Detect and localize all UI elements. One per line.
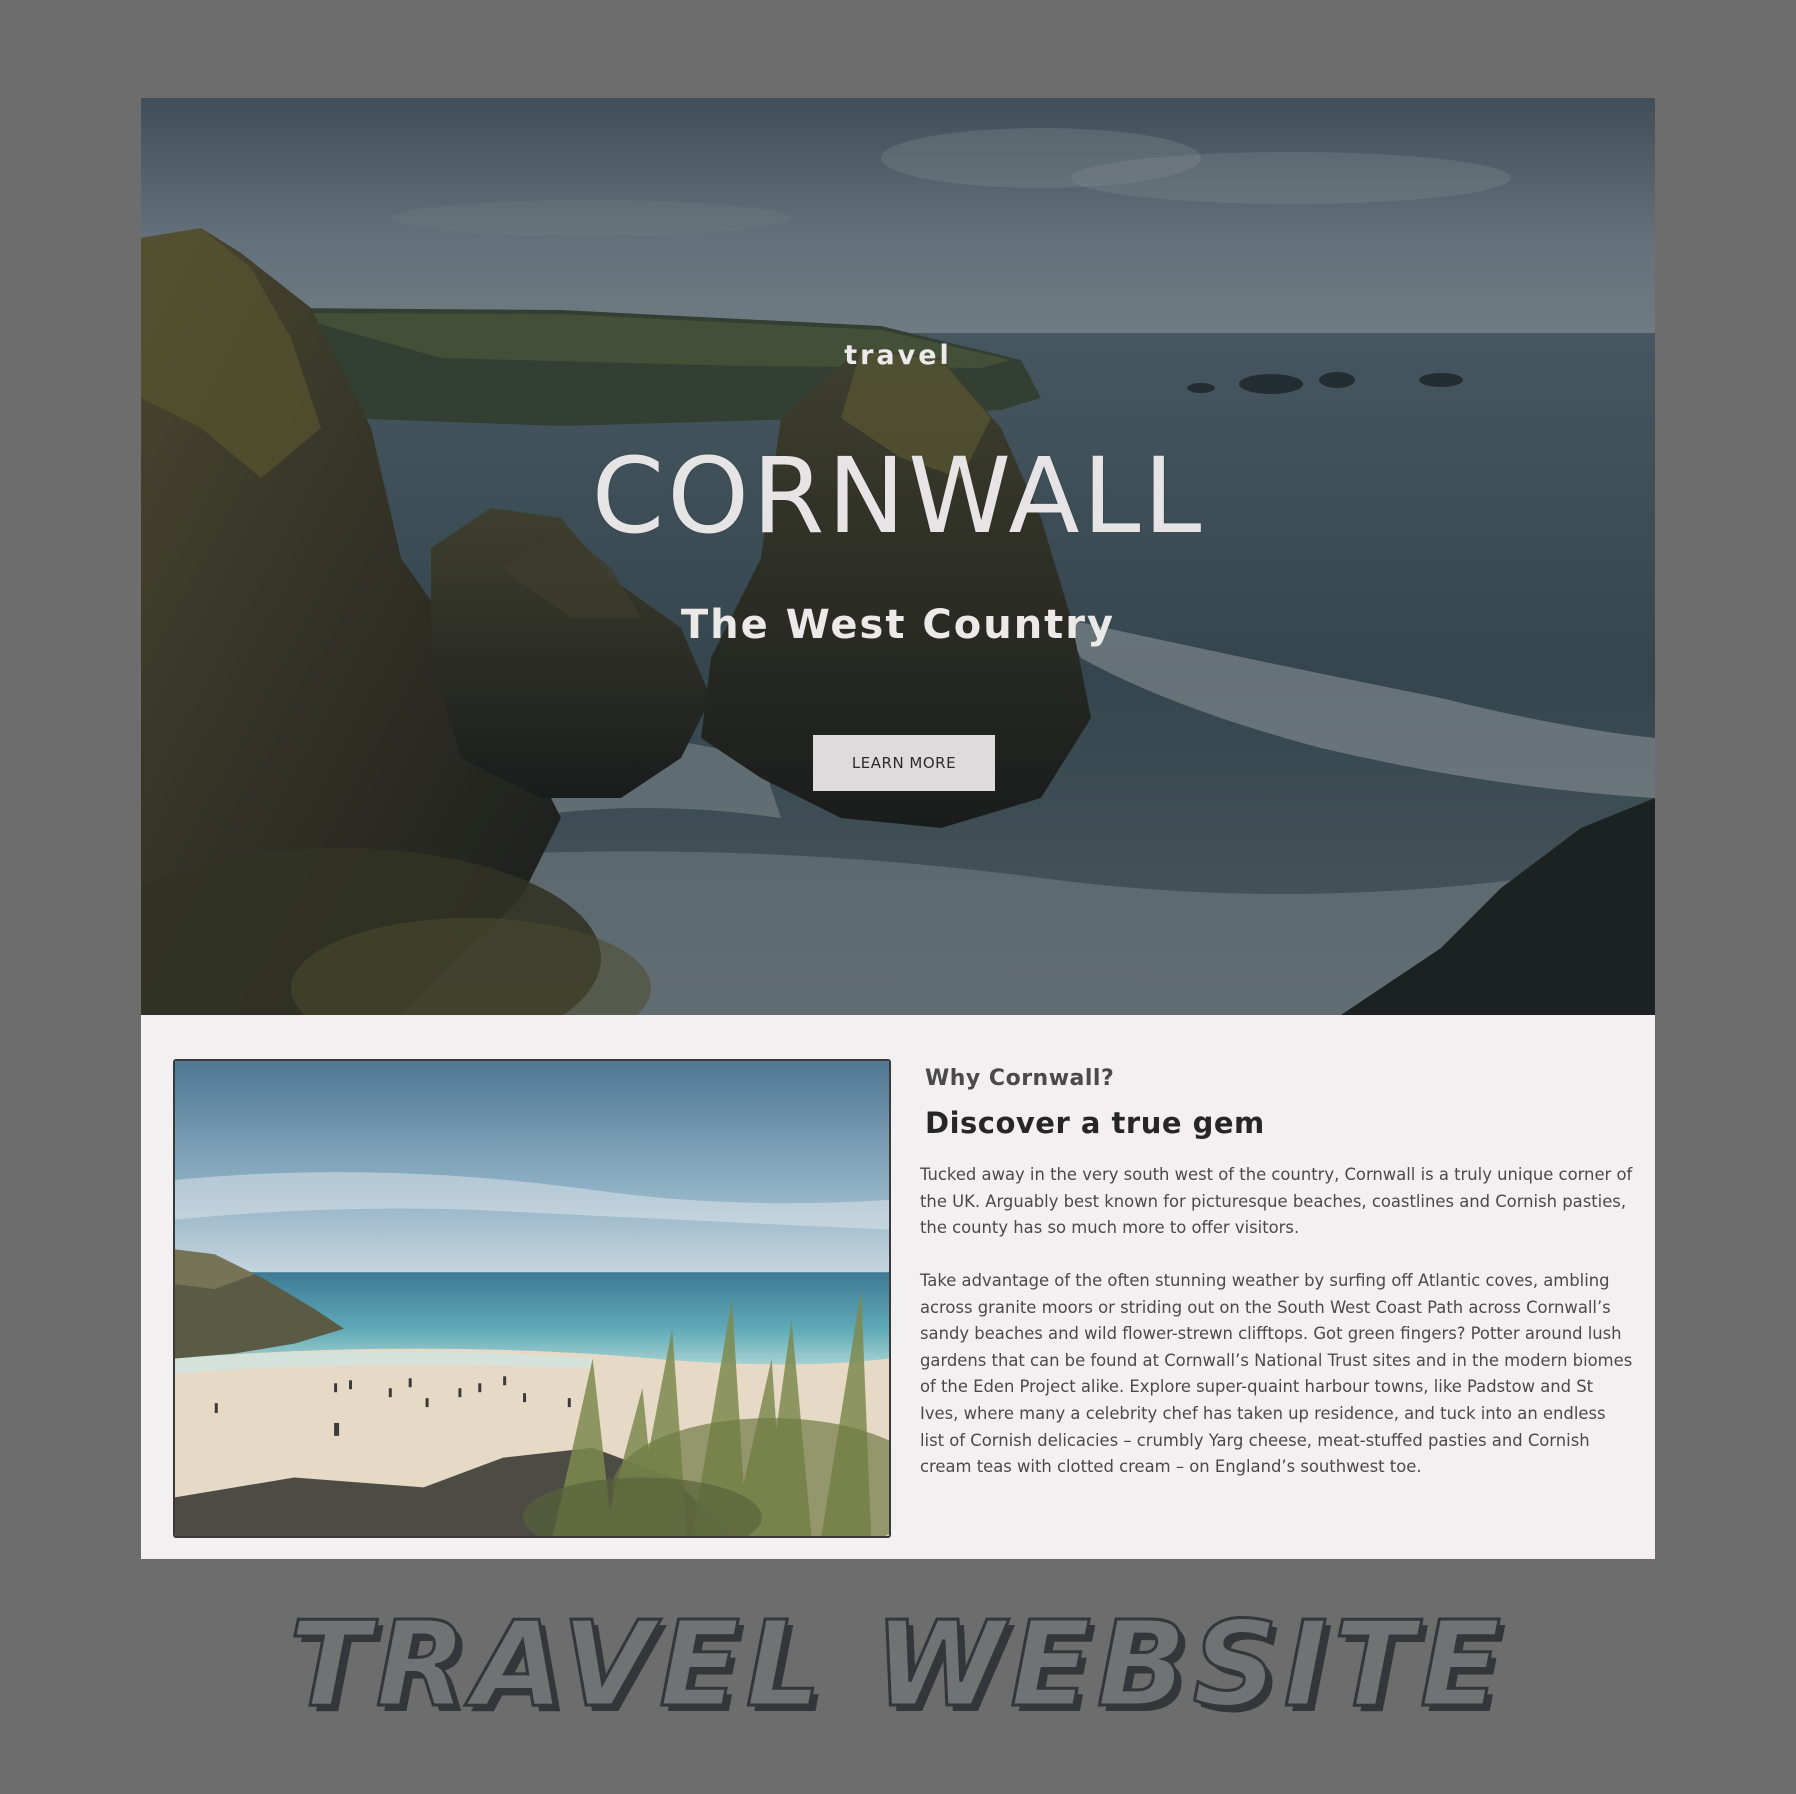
- section-heading: Discover a true gem: [925, 1106, 1265, 1140]
- website-mockup: travel CORNWALL The West Country LEARN M…: [141, 98, 1655, 1559]
- hero-kicker: travel: [844, 340, 952, 371]
- hero-title: CORNWALL: [591, 435, 1205, 557]
- intro-paragraph-1: Tucked away in the very south west of th…: [920, 1165, 1633, 1238]
- intro-paragraph-2: Take advantage of the often stunning wea…: [920, 1271, 1633, 1477]
- hero-subtitle: The West Country: [680, 602, 1116, 648]
- beach-photo: [173, 1059, 891, 1538]
- hero-section: travel CORNWALL The West Country LEARN M…: [141, 98, 1655, 1015]
- learn-more-button[interactable]: LEARN MORE: [813, 735, 995, 791]
- caption-title: TRAVEL WEBSITE: [288, 1594, 1507, 1735]
- section-eyebrow: Why Cornwall?: [925, 1066, 1115, 1091]
- beach-image: [175, 1061, 889, 1536]
